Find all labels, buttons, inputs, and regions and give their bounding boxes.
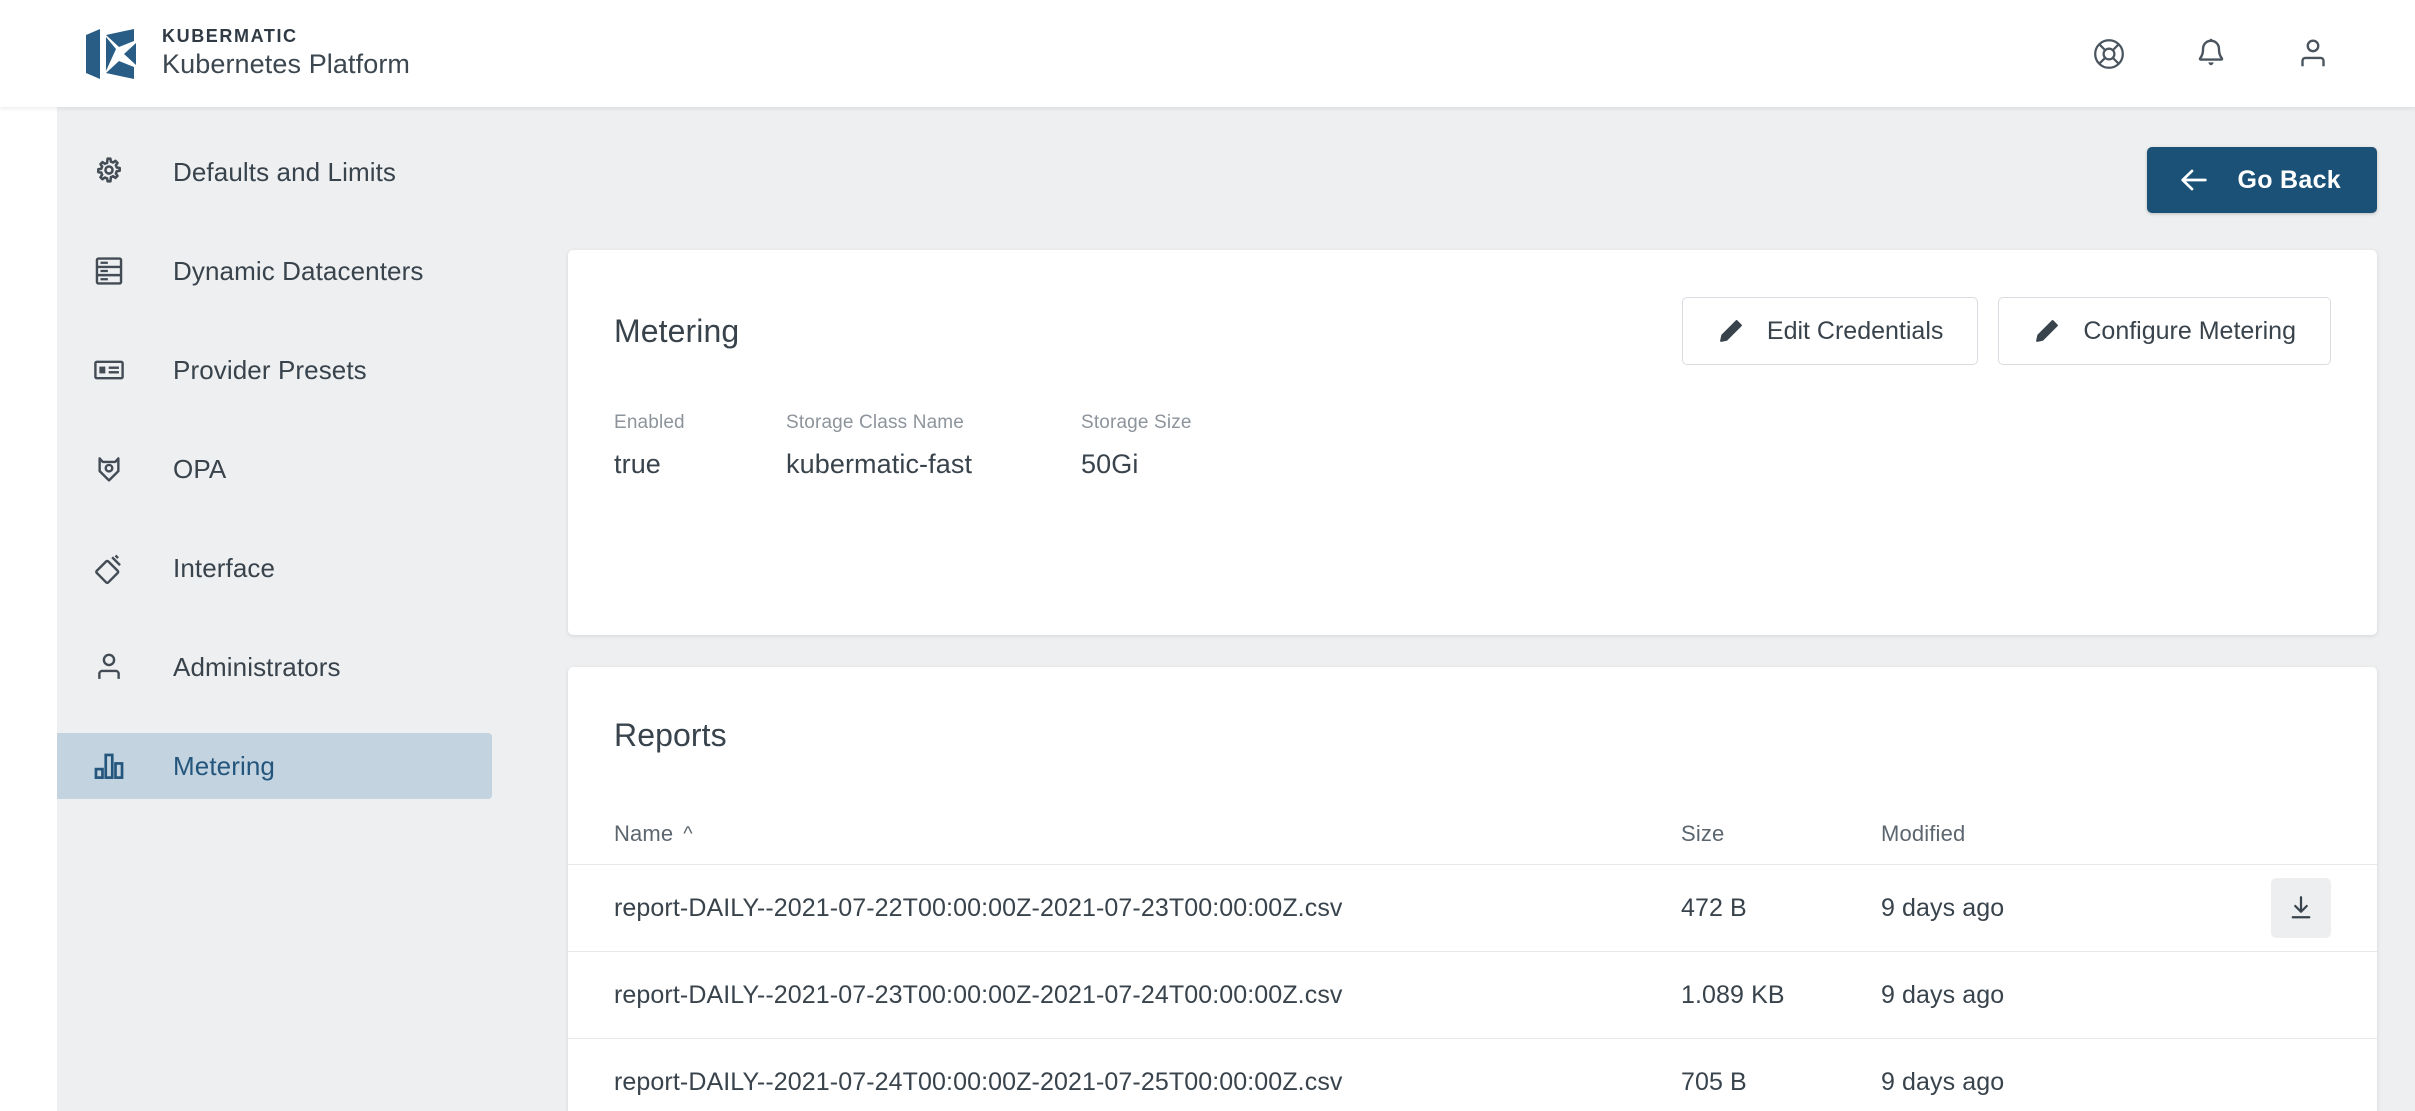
- metering-card-header: Metering Edit Credentials Configure Mete…: [568, 250, 2377, 412]
- sidebar-item-label: Provider Presets: [173, 354, 367, 385]
- column-header-label: Modified: [1881, 821, 1966, 846]
- brand-text: KUBERMATIC Kubernetes Platform: [162, 25, 410, 81]
- property-value: kubermatic-fast: [786, 448, 973, 479]
- metering-card-actions: Edit Credentials Configure Metering: [1681, 297, 2331, 365]
- reports-card-header: Reports: [568, 667, 2377, 804]
- property-label: Storage Class Name: [786, 412, 964, 433]
- column-header-modified[interactable]: Modified: [1881, 821, 2211, 847]
- card-icon: [90, 351, 128, 389]
- column-header-label: Size: [1681, 821, 1725, 846]
- cell-modified: 9 days ago: [1881, 893, 2005, 922]
- brand-subtitle: Kubernetes Platform: [162, 48, 411, 79]
- reports-card: Reports Name ^ Size Modified report-DAIL…: [568, 667, 2377, 1111]
- pencil-icon: [2033, 317, 2061, 345]
- download-button[interactable]: [2271, 878, 2331, 938]
- datacenter-icon: [90, 252, 128, 290]
- sidebar-item-label: Dynamic Datacenters: [173, 255, 424, 286]
- column-header-size[interactable]: Size: [1681, 821, 1881, 847]
- sidebar-item-label: Administrators: [173, 651, 341, 682]
- shield-icon: [90, 450, 128, 488]
- sidebar-item-opa[interactable]: OPA: [57, 436, 492, 502]
- metering-card-title: Metering: [614, 312, 740, 349]
- edit-credentials-label: Edit Credentials: [1766, 316, 1944, 345]
- sort-ascending-icon: ^: [683, 823, 693, 845]
- table-row[interactable]: report-DAILY--2021-07-23T00:00:00Z-2021-…: [568, 951, 2377, 1038]
- cell-size: 1.089 KB: [1681, 980, 1785, 1009]
- sidebar: Defaults and Limits Dynamic Datacenters: [57, 107, 530, 1111]
- account-icon[interactable]: [2293, 34, 2333, 74]
- go-back-button[interactable]: Go Back: [2147, 147, 2377, 213]
- cell-actions: [2211, 878, 2331, 938]
- column-header-label: Name: [614, 821, 674, 846]
- property-label: Storage Size: [1081, 412, 1192, 433]
- person-icon: [90, 648, 128, 686]
- property-value: true: [614, 448, 661, 479]
- configure-metering-button[interactable]: Configure Metering: [1998, 297, 2331, 365]
- cell-size: 705 B: [1681, 1067, 1747, 1096]
- cell-size: 472 B: [1681, 893, 1747, 922]
- cell-name: report-DAILY--2021-07-23T00:00:00Z-2021-…: [614, 980, 1343, 1009]
- top-header: KUBERMATIC Kubernetes Platform: [0, 0, 2415, 107]
- sidebar-item-label: Defaults and Limits: [173, 156, 397, 187]
- reports-card-title: Reports: [614, 717, 727, 753]
- configure-metering-label: Configure Metering: [2083, 316, 2296, 345]
- go-back-row: Go Back: [2147, 147, 2377, 213]
- cell-name: report-DAILY--2021-07-24T00:00:00Z-2021-…: [614, 1067, 1343, 1096]
- sidebar-item-dynamic-datacenters[interactable]: Dynamic Datacenters: [57, 238, 492, 304]
- metering-properties: Enabled true Storage Class Name kubermat…: [568, 412, 2377, 480]
- cell-actions: [2211, 1052, 2331, 1111]
- sidebar-item-label: Interface: [173, 552, 276, 583]
- cell-modified: 9 days ago: [1881, 1067, 2005, 1096]
- sidebar-item-label: OPA: [173, 453, 227, 484]
- cell-actions: [2211, 965, 2331, 1025]
- header-actions: [2089, 34, 2333, 74]
- go-back-label: Go Back: [2237, 165, 2341, 194]
- property-enabled: Enabled true: [614, 412, 786, 480]
- reports-table: Name ^ Size Modified report-DAILY--2021-…: [568, 804, 2377, 1111]
- kubermatic-logo-icon: [86, 28, 136, 79]
- sidebar-item-label: Metering: [173, 750, 275, 781]
- brand-title: KUBERMATIC: [162, 26, 298, 47]
- brand[interactable]: KUBERMATIC Kubernetes Platform: [84, 25, 410, 81]
- sidebar-item-metering[interactable]: Metering: [57, 733, 492, 799]
- table-row[interactable]: report-DAILY--2021-07-22T00:00:00Z-2021-…: [568, 864, 2377, 951]
- sidebar-item-provider-presets[interactable]: Provider Presets: [57, 337, 492, 403]
- bar-chart-icon: [90, 747, 128, 785]
- main-content: Go Back Metering Edit Credentials Config…: [530, 107, 2415, 1111]
- sidebar-item-interface[interactable]: Interface: [57, 535, 492, 601]
- property-storage-class-name: Storage Class Name kubermatic-fast: [786, 412, 1081, 480]
- bell-icon[interactable]: [2191, 34, 2231, 74]
- table-row[interactable]: report-DAILY--2021-07-24T00:00:00Z-2021-…: [568, 1038, 2377, 1111]
- pencil-icon: [1717, 317, 1745, 345]
- edit-credentials-button[interactable]: Edit Credentials: [1681, 297, 1979, 365]
- gear-icon: [90, 153, 128, 191]
- app-root: KUBERMATIC Kubernetes Platform Defaults …: [0, 0, 2415, 1111]
- property-value: 50Gi: [1081, 448, 1139, 479]
- interface-icon: [90, 549, 128, 587]
- sidebar-item-administrators[interactable]: Administrators: [57, 634, 492, 700]
- table-header-row: Name ^ Size Modified: [568, 804, 2377, 864]
- arrow-left-icon: [2177, 163, 2211, 197]
- sidebar-item-defaults-and-limits[interactable]: Defaults and Limits: [57, 139, 492, 205]
- cell-modified: 9 days ago: [1881, 980, 2005, 1009]
- help-icon[interactable]: [2089, 34, 2129, 74]
- metering-card: Metering Edit Credentials Configure Mete…: [568, 250, 2377, 635]
- property-storage-size: Storage Size 50Gi: [1081, 412, 1341, 480]
- property-label: Enabled: [614, 412, 685, 433]
- column-header-name[interactable]: Name ^: [614, 821, 1681, 847]
- cell-name: report-DAILY--2021-07-22T00:00:00Z-2021-…: [614, 893, 1343, 922]
